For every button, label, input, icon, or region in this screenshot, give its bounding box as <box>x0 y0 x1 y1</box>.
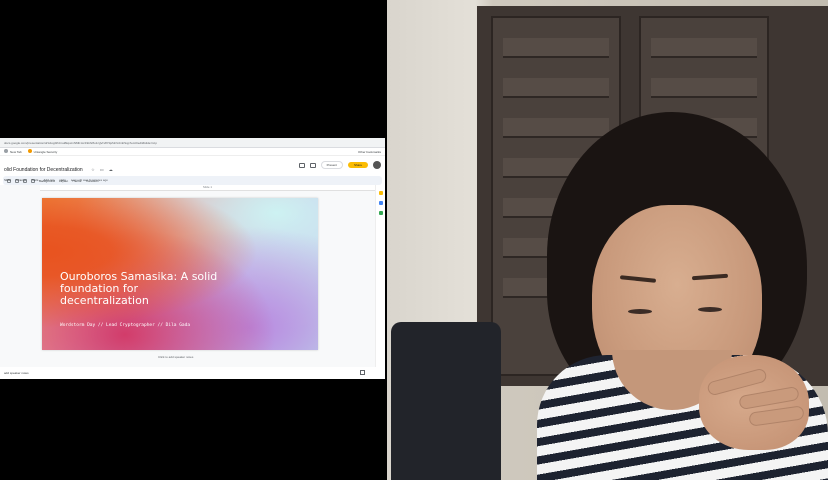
document-title[interactable]: olid Foundation for Decentralization <box>4 167 83 173</box>
slat <box>503 38 609 58</box>
tasks-icon[interactable] <box>378 201 383 205</box>
webcam-video <box>387 0 828 480</box>
status-bar: add speaker notes <box>0 367 385 379</box>
chair <box>391 322 501 480</box>
slide-title[interactable]: Ouroboros Samasika: A solid foundation f… <box>60 271 220 307</box>
slat <box>503 118 609 138</box>
eye <box>628 309 652 314</box>
present-button[interactable]: Present <box>320 161 343 169</box>
bookmark-new-tab[interactable]: New Tab <box>4 149 22 154</box>
trend-icon[interactable] <box>298 162 305 168</box>
slide-filmstrip[interactable] <box>0 185 40 367</box>
eyebrow <box>691 273 729 281</box>
finger <box>748 405 805 427</box>
eye <box>698 307 722 312</box>
slide-subtitle[interactable]: Wordstorm Day // Lead Cryptographer // D… <box>60 322 220 329</box>
last-edit-note[interactable]: Last edit was 6 minutes ago <box>71 178 108 182</box>
menu-slide[interactable]: Slide <box>4 178 11 182</box>
bookmark-label: Untangle Security <box>33 150 58 154</box>
slat <box>651 38 757 58</box>
keep-icon[interactable] <box>378 191 383 195</box>
menu-tools[interactable]: Tools <box>31 178 38 182</box>
bookmark-label: New Tab <box>10 150 22 154</box>
side-panel <box>375 185 385 367</box>
hand <box>699 355 809 450</box>
slides-header: olid Foundation for Decentralization ☆ ▭… <box>0 156 385 182</box>
screen-share-pane: docs.google.com/presentation/d/1xkqp9hzr… <box>0 0 387 480</box>
share-button[interactable]: Share <box>347 162 368 168</box>
status-text: add speaker notes <box>4 371 29 375</box>
speaker-notes[interactable]: Click to add speaker notes <box>158 355 193 359</box>
shared-browser-window: docs.google.com/presentation/d/1xkqp9hzr… <box>0 138 385 379</box>
slide-editor: Slide 1 Ouroboros Samasika: A solid foun… <box>0 185 385 367</box>
menu-bar: Slide Arrange Tools Add-ons Help Last ed… <box>4 178 381 182</box>
video-call-stage: docs.google.com/presentation/d/1xkqp9hzr… <box>0 0 828 480</box>
slat <box>503 78 609 98</box>
shield-icon <box>27 149 32 153</box>
bookmarks-bar: New Tab Untangle Security Other bookmark… <box>0 148 385 156</box>
header-actions: Present Share <box>298 161 381 169</box>
bookmark-untangle[interactable]: Untangle Security <box>27 149 58 154</box>
globe-icon <box>4 149 8 153</box>
comment-icon[interactable] <box>309 162 316 168</box>
other-bookmarks[interactable]: Other bookmarks <box>358 150 381 154</box>
eyebrow <box>619 275 657 283</box>
menu-addons[interactable]: Add-ons <box>43 178 54 182</box>
address-bar[interactable]: docs.google.com/presentation/d/1xkqp9hzr… <box>0 138 385 148</box>
slat <box>651 78 757 98</box>
menu-help[interactable]: Help <box>60 178 66 182</box>
avatar[interactable] <box>373 161 381 169</box>
ruler: Slide 1 <box>40 185 375 191</box>
explore-icon[interactable] <box>360 370 365 375</box>
contacts-icon[interactable] <box>378 211 383 215</box>
star-icon[interactable]: ☆ ▭ ☁ <box>91 167 115 172</box>
slide-canvas[interactable]: Ouroboros Samasika: A solid foundation f… <box>42 198 318 350</box>
menu-arrange[interactable]: Arrange <box>16 178 27 182</box>
